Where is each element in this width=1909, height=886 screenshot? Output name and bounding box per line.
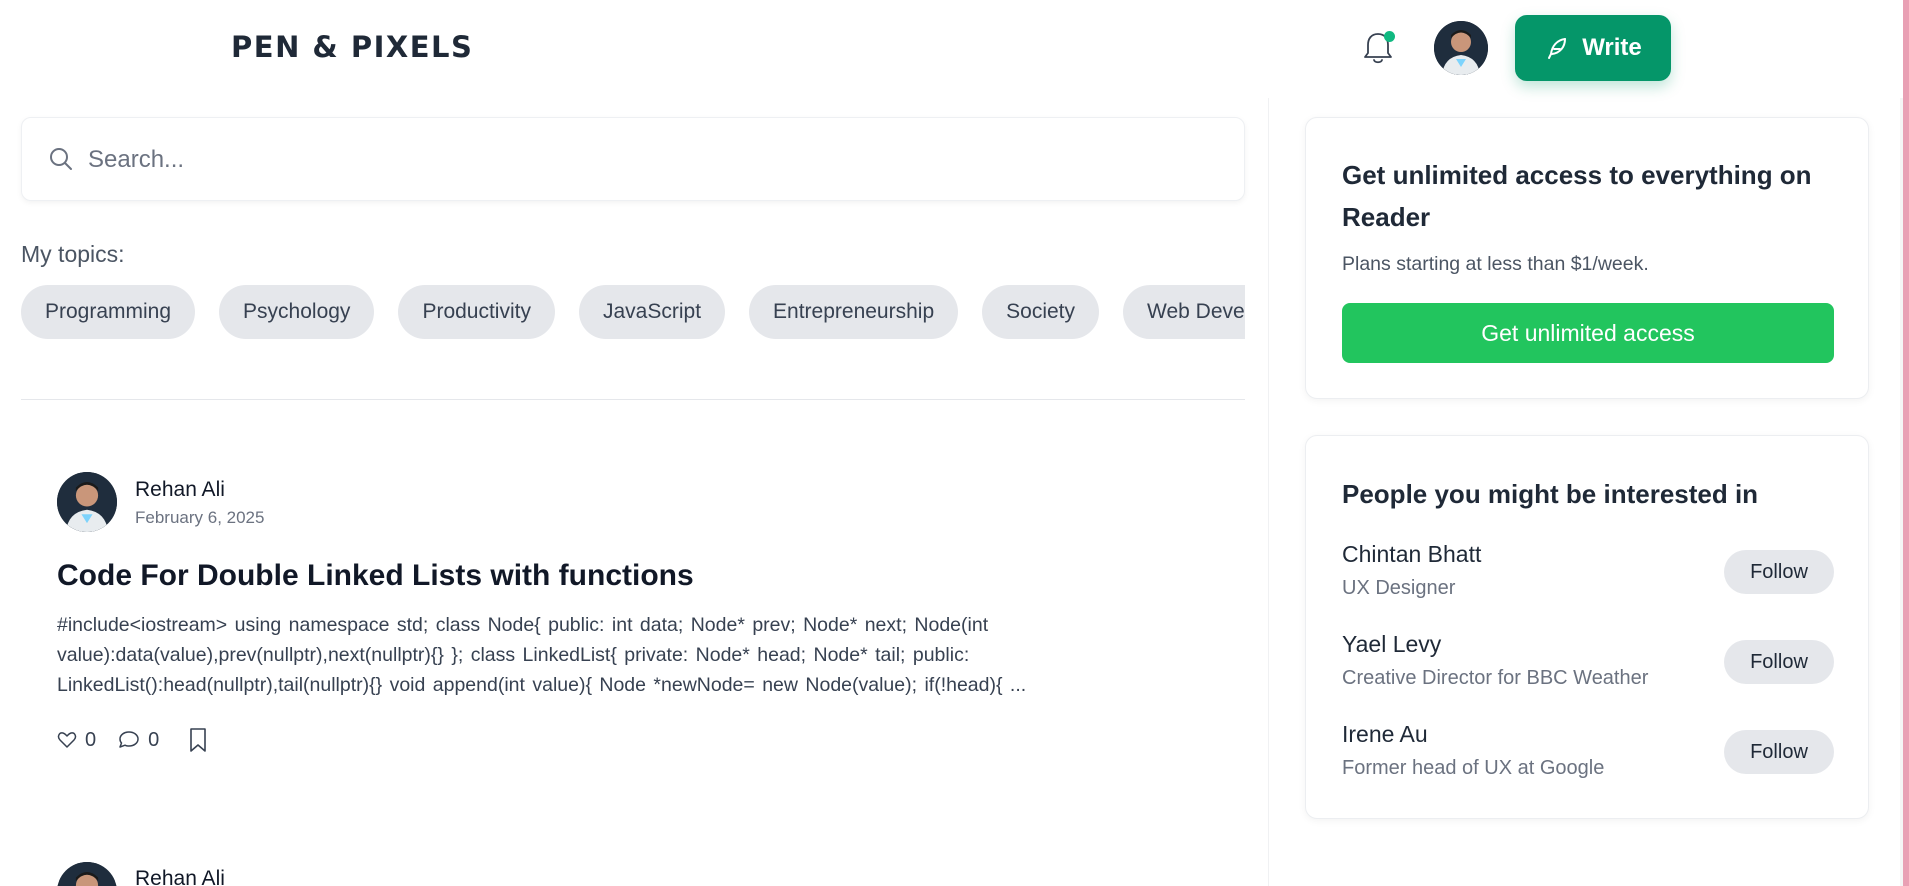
person-role: Former head of UX at Google xyxy=(1342,757,1605,779)
post-author-name[interactable]: Rehan Ali xyxy=(135,867,225,886)
membership-title: Get unlimited access to everything on Re… xyxy=(1342,160,1812,232)
topic-chip-society[interactable]: Society xyxy=(982,285,1100,339)
write-button-label: Write xyxy=(1582,34,1642,61)
topic-chip-programming[interactable]: Programming xyxy=(21,285,196,339)
top-header: PEN & PIXELS Write xyxy=(0,0,1903,98)
topics-label: My topics: xyxy=(21,241,125,267)
notification-dot xyxy=(1384,31,1395,42)
person-name[interactable]: Chintan Bhatt xyxy=(1342,541,1481,568)
write-button[interactable]: Write xyxy=(1515,15,1671,81)
comment-count: 0 xyxy=(148,728,160,751)
site-logo[interactable]: PEN & PIXELS xyxy=(231,30,473,64)
section-divider xyxy=(21,399,1245,400)
person-name[interactable]: Yael Levy xyxy=(1342,631,1441,658)
comment-button[interactable]: 0 xyxy=(118,729,159,752)
person-role: Creative Director for BBC Weather xyxy=(1342,667,1649,689)
search-input[interactable] xyxy=(88,136,1208,184)
follow-button[interactable]: Follow xyxy=(1724,550,1834,594)
like-button[interactable]: 0 xyxy=(57,729,96,752)
topics-list: Programming Psychology Productivity JavaScr… xyxy=(21,285,1245,341)
person-name[interactable]: Irene Au xyxy=(1342,721,1428,748)
window-edge xyxy=(1903,0,1909,886)
comment-icon xyxy=(119,731,139,748)
post-title[interactable]: Code For Double Linked Lists with functi… xyxy=(57,559,694,593)
topic-chip-entrepreneurship[interactable]: Entrepreneurship xyxy=(749,285,959,339)
topic-chip-javascript[interactable]: JavaScript xyxy=(578,285,726,339)
like-count: 0 xyxy=(85,728,97,751)
post-actions: 0 0 xyxy=(57,724,209,756)
topic-chip-psychology[interactable]: Psychology xyxy=(219,285,375,339)
heart-icon xyxy=(57,732,77,748)
person-role: UX Designer xyxy=(1342,577,1456,599)
people-section-title: People you might be interested in xyxy=(1342,479,1759,509)
follow-button[interactable]: Follow xyxy=(1724,730,1834,774)
sidebar-divider xyxy=(1268,98,1269,886)
avatar-photo-icon xyxy=(1434,21,1488,75)
post-excerpt[interactable]: #include<iostream> using namespace std; … xyxy=(57,610,1207,700)
post-author-avatar[interactable] xyxy=(57,862,117,886)
user-avatar[interactable] xyxy=(1434,21,1488,75)
post-author-avatar[interactable] xyxy=(57,472,117,532)
topic-chip-productivity[interactable]: Productivity xyxy=(398,285,555,339)
topic-chip-web-development[interactable]: Web Development xyxy=(1123,285,1245,339)
search-icon xyxy=(50,148,72,170)
feather-icon xyxy=(1548,38,1567,59)
post-date: February 6, 2025 xyxy=(135,508,265,527)
post-author-name[interactable]: Rehan Ali xyxy=(135,478,225,502)
avatar-photo-icon xyxy=(57,472,117,532)
people-suggestions-card: People you might be interested in Chinta… xyxy=(1305,435,1869,819)
bookmark-icon[interactable] xyxy=(187,727,209,753)
get-unlimited-access-button[interactable]: Get unlimited access xyxy=(1342,303,1834,363)
avatar-photo-icon xyxy=(57,862,117,886)
search-bar[interactable] xyxy=(21,117,1245,201)
follow-button[interactable]: Follow xyxy=(1724,640,1834,684)
membership-card: Get unlimited access to everything on Re… xyxy=(1305,117,1869,399)
membership-subtitle: Plans starting at less than $1/week. xyxy=(1342,253,1649,275)
